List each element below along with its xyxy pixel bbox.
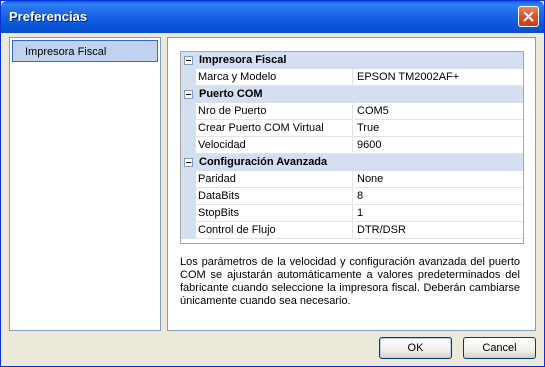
property-name: Control de Flujo — [196, 222, 353, 239]
property-row: DataBits 8 — [181, 188, 523, 205]
title-bar[interactable]: Preferencias — [1, 1, 544, 33]
category-configuracion-avanzada: Configuración Avanzada — [181, 154, 523, 171]
category-puerto-com: Puerto COM — [181, 86, 523, 103]
close-icon — [523, 11, 534, 22]
property-value-nro-puerto[interactable]: COM5 — [354, 103, 523, 120]
property-value-databits[interactable]: 8 — [354, 188, 523, 205]
sidebar-item-label: Impresora Fiscal — [25, 46, 107, 58]
category-title: Puerto COM — [199, 88, 263, 100]
property-value-stopbits[interactable]: 1 — [354, 205, 523, 222]
row-gutter — [181, 171, 196, 188]
row-gutter — [181, 69, 196, 86]
property-name: DataBits — [196, 188, 353, 205]
collapse-icon[interactable] — [184, 158, 193, 167]
property-name: Marca y Modelo — [196, 69, 353, 86]
property-name: Crear Puerto COM Virtual — [196, 120, 353, 137]
property-value-crear-puerto-virtual[interactable]: True — [354, 120, 523, 137]
property-name: StopBits — [196, 205, 353, 222]
sidebar-item-impresora-fiscal[interactable]: Impresora Fiscal — [12, 40, 158, 62]
property-name: Paridad — [196, 171, 353, 188]
category-title: Configuración Avanzada — [199, 156, 328, 168]
property-row: StopBits 1 — [181, 205, 523, 222]
close-button[interactable] — [518, 6, 539, 27]
row-gutter — [181, 205, 196, 222]
collapse-icon[interactable] — [184, 56, 193, 65]
property-value-velocidad[interactable]: 9600 — [354, 137, 523, 154]
property-name: Nro de Puerto — [196, 103, 353, 120]
property-row: Marca y Modelo EPSON TM2002AF+ — [181, 69, 523, 86]
property-value-marca-modelo[interactable]: EPSON TM2002AF+ — [354, 69, 523, 86]
property-name: Velocidad — [196, 137, 353, 154]
property-row: Paridad None — [181, 171, 523, 188]
category-impresora-fiscal: Impresora Fiscal — [181, 52, 523, 69]
category-title: Impresora Fiscal — [199, 54, 287, 66]
collapse-icon[interactable] — [184, 90, 193, 99]
property-value-control-flujo[interactable]: DTR/DSR — [354, 222, 523, 239]
cancel-button[interactable]: Cancel — [463, 337, 536, 359]
row-gutter — [181, 188, 196, 205]
row-gutter — [181, 137, 196, 154]
property-row: Control de Flujo DTR/DSR — [181, 222, 523, 239]
row-gutter — [181, 120, 196, 137]
property-row: Crear Puerto COM Virtual True — [181, 120, 523, 137]
property-row: Velocidad 9600 — [181, 137, 523, 154]
content-panel: Impresora Fiscal Marca y Modelo EPSON TM… — [167, 37, 536, 331]
row-gutter — [181, 222, 196, 239]
sidebar: Impresora Fiscal — [9, 37, 161, 331]
property-grid: Impresora Fiscal Marca y Modelo EPSON TM… — [180, 51, 524, 244]
property-value-paridad[interactable]: None — [354, 171, 523, 188]
ok-button[interactable]: OK — [379, 337, 452, 359]
window-title: Preferencias — [9, 9, 88, 24]
row-gutter — [181, 103, 196, 120]
property-row: Nro de Puerto COM5 — [181, 103, 523, 120]
preferences-window: Preferencias Impresora Fiscal Impresora … — [0, 0, 545, 367]
description-text: Los parámetros de la velocidad y configu… — [180, 256, 520, 307]
